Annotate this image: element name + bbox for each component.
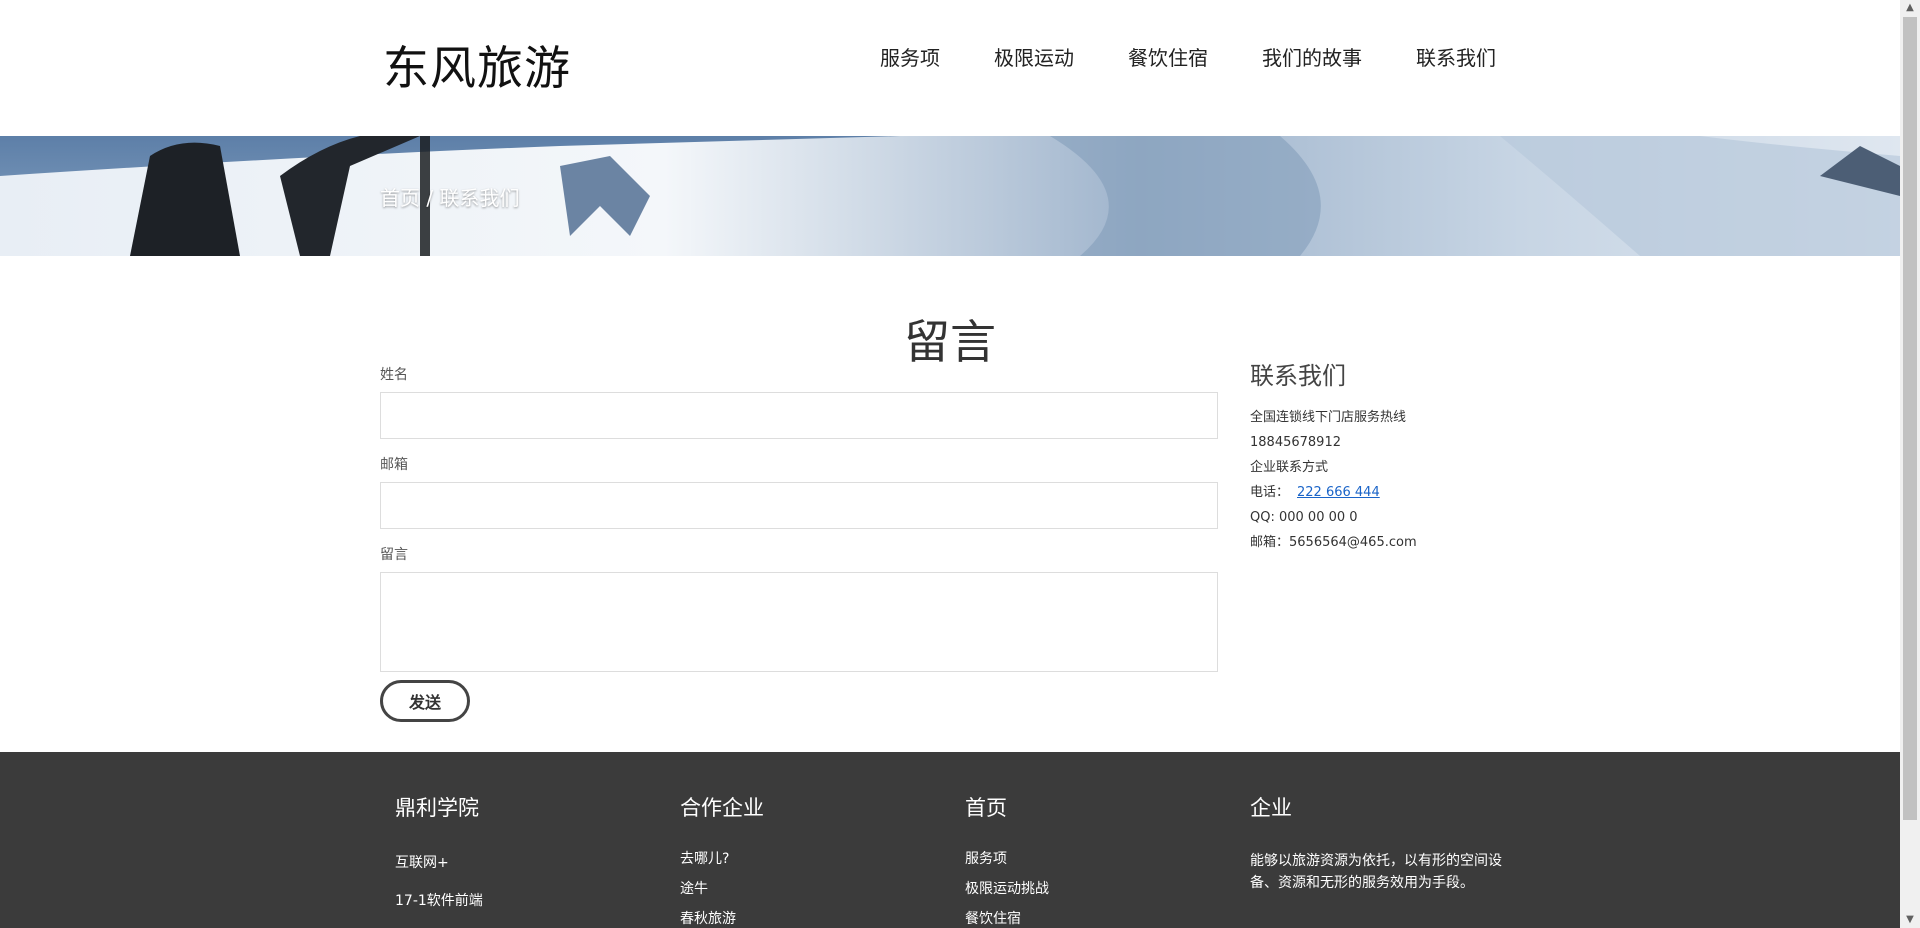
nav-dining-lodging[interactable]: 餐饮住宿	[1128, 42, 1208, 71]
footer-col-title: 鼎利学院	[395, 796, 479, 820]
send-button[interactable]: 发送	[380, 680, 470, 722]
footer-link[interactable]: 17-1软件前端	[395, 882, 483, 920]
phone-link[interactable]: 222 666 444	[1297, 485, 1380, 500]
footer-col-enterprise: 企业 能够以旅游资源为依托，以有形的空间设备、资源和无形的服务效用为手段。	[1250, 792, 1502, 894]
message-form: 姓名 邮箱 留言 发送	[380, 364, 1218, 722]
email-label: 邮箱	[380, 457, 408, 473]
nav-extreme-sports[interactable]: 极限运动	[994, 42, 1074, 71]
message-textarea[interactable]	[380, 572, 1218, 672]
footer-link[interactable]: 春秋旅游	[680, 904, 764, 928]
scrollbar-thumb[interactable]	[1903, 17, 1917, 820]
footer-link[interactable]: 极限运动挑战	[965, 874, 1049, 904]
footer-link[interactable]: 途牛	[680, 874, 764, 904]
vertical-scrollbar[interactable]: ▲ ▼	[1900, 0, 1920, 928]
footer-col-partners: 合作企业 去哪儿? 途牛 春秋旅游	[680, 792, 764, 928]
email-input[interactable]	[380, 482, 1218, 529]
contact-title: 联系我们	[1250, 362, 1346, 390]
nav-services[interactable]: 服务项	[880, 42, 940, 71]
footer-description: 能够以旅游资源为依托，以有形的空间设备、资源和无形的服务效用为手段。	[1250, 853, 1502, 891]
site-header: 东风旅游 服务项 极限运动 餐饮住宿 我们的故事 联系我们	[0, 0, 1900, 136]
footer-col-academy: 鼎利学院 互联网+ 17-1软件前端	[395, 792, 483, 920]
name-input[interactable]	[380, 392, 1218, 439]
breadcrumb[interactable]: 首页 / 联系我们	[380, 182, 519, 211]
footer-link[interactable]: 餐饮住宿	[965, 904, 1049, 928]
contact-panel: 联系我们 全国连锁线下门店服务热线 18845678912 企业联系方式 电话：…	[1250, 356, 1510, 555]
footer-link[interactable]: 去哪儿?	[680, 844, 764, 874]
hero-banner: 首页 / 联系我们	[0, 136, 1900, 256]
qq-line: QQ: 000 00 00 0	[1250, 510, 1358, 525]
form-title: 留言	[904, 315, 996, 369]
footer-col-title: 合作企业	[680, 796, 764, 820]
company-contact-label: 企业联系方式	[1250, 460, 1329, 475]
hotline-label: 全国连锁线下门店服务热线	[1250, 410, 1407, 425]
email-line: 邮箱：5656564@465.com	[1250, 535, 1417, 550]
phone-line: 电话： 222 666 444	[1250, 480, 1510, 505]
message-label: 留言	[380, 547, 408, 563]
footer-col-home: 首页 服务项 极限运动挑战 餐饮住宿	[965, 792, 1049, 928]
caret-down-icon[interactable]: ▼	[1900, 912, 1920, 928]
hotline-number: 18845678912	[1250, 435, 1341, 450]
footer-col-title: 首页	[965, 796, 1007, 820]
site-logo[interactable]: 东风旅游	[383, 32, 571, 98]
phone-label: 电话：	[1250, 485, 1290, 500]
nav-our-story[interactable]: 我们的故事	[1262, 42, 1362, 71]
site-footer: 鼎利学院 互联网+ 17-1软件前端 合作企业 去哪儿? 途牛 春秋旅游 首页 …	[0, 752, 1900, 928]
nav-contact-us[interactable]: 联系我们	[1416, 42, 1496, 71]
footer-link[interactable]: 服务项	[965, 844, 1049, 874]
caret-up-icon[interactable]: ▲	[1900, 0, 1920, 16]
main-nav: 服务项 极限运动 餐饮住宿 我们的故事 联系我们	[880, 42, 1496, 71]
snow-mountain-image	[0, 136, 1900, 256]
footer-col-title: 企业	[1250, 796, 1292, 820]
name-label: 姓名	[380, 367, 408, 383]
footer-link[interactable]: 互联网+	[395, 844, 483, 882]
